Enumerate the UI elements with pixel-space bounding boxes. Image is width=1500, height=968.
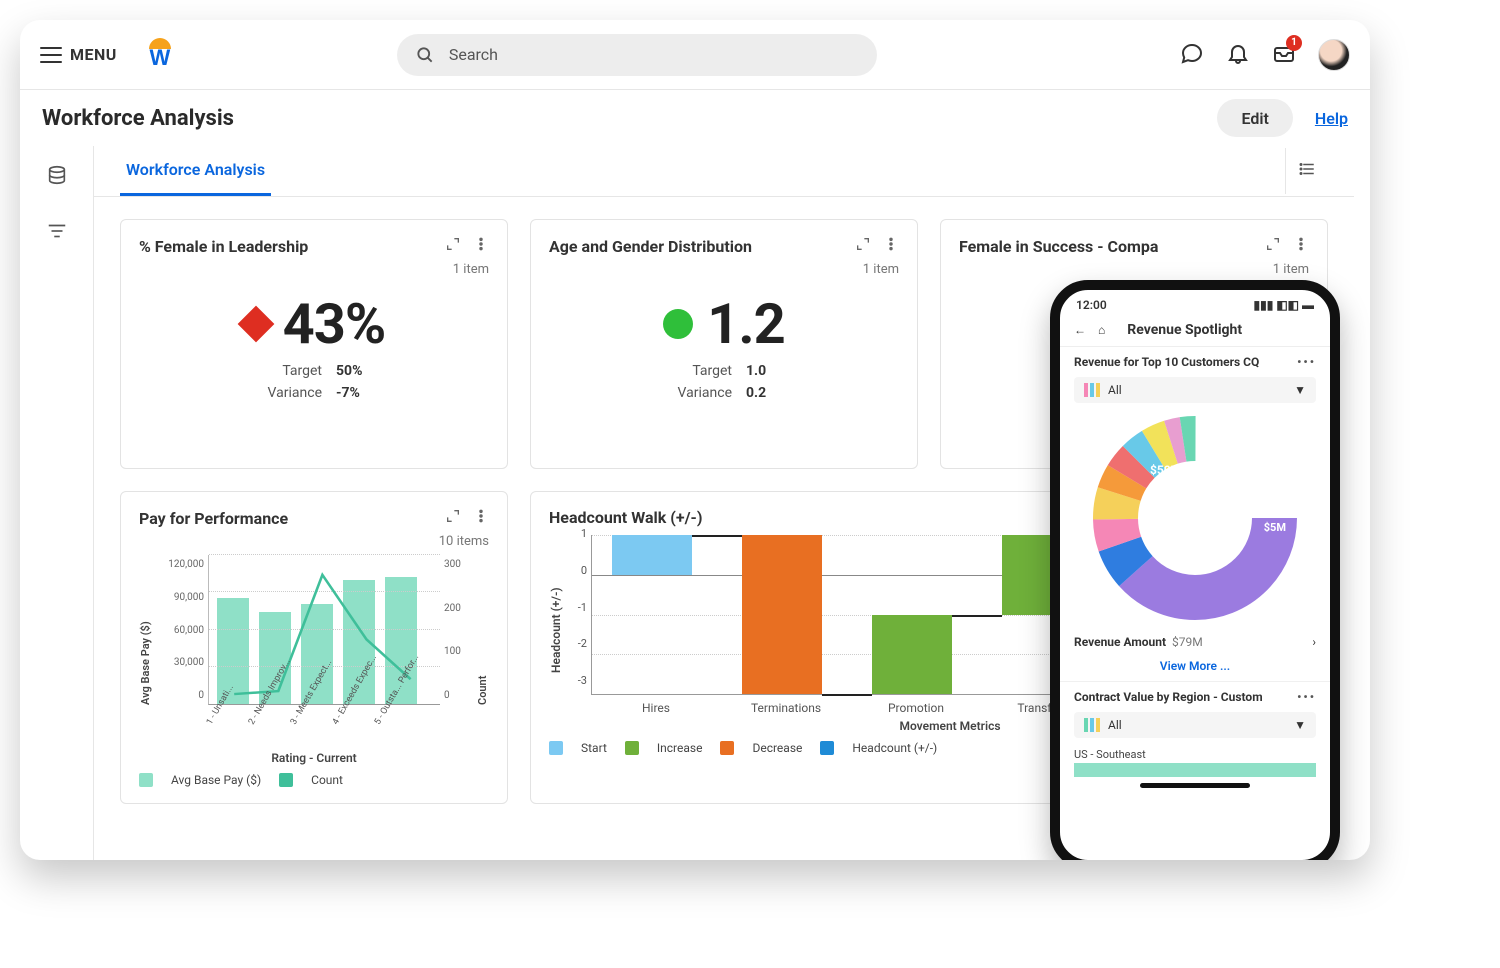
tab-workforce-analysis[interactable]: Workforce Analysis — [120, 146, 271, 196]
region-bars: US - Southeast — [1074, 748, 1316, 777]
card-title: Female in Success - Compa — [959, 237, 1158, 256]
phone-chart2-title: Contract Value by Region - Custom — [1074, 690, 1263, 704]
phone-filter-dropdown-2[interactable]: All ▼ — [1074, 712, 1316, 738]
inbox-icon[interactable]: 1 — [1272, 41, 1296, 69]
expand-icon[interactable] — [1265, 236, 1281, 256]
home-icon[interactable]: ⌂ — [1098, 323, 1105, 337]
item-count: 1 item — [139, 262, 489, 277]
more-icon[interactable] — [883, 236, 899, 256]
app-window: MENU W Search 1 Workforce Analysis Edit … — [20, 20, 1370, 860]
item-count: 10 items — [139, 534, 489, 549]
card-female-leadership: % Female in Leadership 1 item 43% Target… — [120, 219, 508, 469]
phone-section-top: Revenue for Top 10 Customers CQ ••• All … — [1060, 347, 1330, 682]
chevron-right-icon: › — [1312, 635, 1316, 649]
kpi-value: 43% — [283, 291, 386, 357]
x-axis-title: Rating - Current — [139, 751, 489, 765]
view-more-link[interactable]: View More ... — [1074, 659, 1316, 673]
edit-button[interactable]: Edit — [1217, 99, 1292, 137]
topbar-actions: 1 — [1180, 39, 1350, 71]
phone-chart1-title: Revenue for Top 10 Customers CQ — [1074, 355, 1259, 369]
chevron-down-icon: ▼ — [1294, 718, 1306, 732]
wf-bar-hires — [612, 535, 692, 575]
phone-mock: 12:00 ▮▮▮ ◧◧ ▬ ← ⌂ Revenue Spotlight Rev… — [1050, 280, 1340, 860]
more-icon[interactable] — [473, 508, 489, 528]
phone-status-icons: ▮▮▮ ◧◧ ▬ — [1254, 298, 1314, 312]
wf-bar-promotion — [872, 615, 952, 695]
revenue-amount-row[interactable]: Revenue Amount $79M › — [1074, 627, 1316, 653]
phone-filter-dropdown[interactable]: All ▼ — [1074, 377, 1316, 403]
card-title: Headcount Walk (+/-) — [549, 508, 702, 527]
brand-logo[interactable]: W — [143, 38, 177, 72]
wf-bar-terminations — [742, 535, 822, 694]
phone-nav: ← ⌂ Revenue Spotlight — [1060, 320, 1330, 347]
card-title: % Female in Leadership — [139, 237, 308, 256]
left-rail — [20, 146, 94, 860]
more-icon[interactable] — [473, 236, 489, 256]
menu-button[interactable]: MENU — [40, 45, 117, 64]
more-icon[interactable]: ••• — [1297, 355, 1316, 369]
hamburger-icon — [40, 47, 62, 63]
donut-big-label: $50M — [1150, 463, 1181, 477]
search-icon — [415, 45, 435, 65]
expand-icon[interactable] — [445, 236, 461, 256]
legend: Avg Base Pay ($) Count — [139, 773, 489, 787]
y-axis-label: Headcount (+/-) — [549, 527, 563, 733]
inbox-badge: 1 — [1286, 35, 1302, 51]
card-age-gender: Age and Gender Distribution 1 item 1.2 T… — [530, 219, 918, 469]
status-diamond-icon — [237, 306, 274, 343]
card-pay-performance: Pay for Performance 10 items Avg Base Pa… — [120, 491, 508, 804]
filter-icon[interactable] — [46, 220, 68, 246]
help-link[interactable]: Help — [1315, 109, 1348, 128]
item-count: 1 item — [959, 262, 1309, 277]
search-placeholder: Search — [449, 45, 498, 64]
item-count: 1 item — [549, 262, 899, 277]
y-left-axis-label: Avg Base Pay ($) — [139, 555, 152, 705]
bar-label: US - Southeast — [1074, 748, 1316, 761]
back-icon[interactable]: ← — [1074, 323, 1086, 337]
home-indicator — [1140, 783, 1250, 788]
phone-section-bottom: Contract Value by Region - Custom ••• Al… — [1060, 682, 1330, 796]
chat-icon[interactable] — [1180, 41, 1204, 69]
expand-icon[interactable] — [855, 236, 871, 256]
menu-label: MENU — [70, 45, 117, 64]
data-source-icon[interactable] — [46, 164, 68, 190]
bell-icon[interactable] — [1226, 41, 1250, 69]
donut-chart: $50M $5M — [1090, 413, 1300, 623]
kpi-value: 1.2 — [707, 291, 785, 357]
page-title: Workforce Analysis — [42, 106, 234, 131]
phone-time: 12:00 — [1076, 298, 1107, 312]
more-icon[interactable]: ••• — [1297, 690, 1316, 704]
donut-small-label: $5M — [1264, 521, 1286, 534]
page-header: Workforce Analysis Edit Help — [20, 90, 1370, 146]
avatar[interactable] — [1318, 39, 1350, 71]
chevron-down-icon: ▼ — [1294, 383, 1306, 397]
card-title: Pay for Performance — [139, 509, 288, 528]
y-right-ticks: 3002001000 — [440, 555, 476, 705]
more-icon[interactable] — [1293, 236, 1309, 256]
topbar: MENU W Search 1 — [20, 20, 1370, 90]
y-right-axis-label: Count — [476, 555, 489, 705]
phone-statusbar: 12:00 ▮▮▮ ◧◧ ▬ — [1060, 290, 1330, 320]
search-input[interactable]: Search — [397, 34, 877, 76]
status-circle-icon — [663, 309, 693, 339]
y-left-ticks: 120,00090,00060,00030,0000 — [152, 555, 208, 705]
phone-nav-title: Revenue Spotlight — [1127, 322, 1242, 338]
expand-icon[interactable] — [445, 508, 461, 528]
card-title: Age and Gender Distribution — [549, 237, 752, 256]
view-list-icon[interactable] — [1285, 148, 1328, 194]
tabs-row: Workforce Analysis — [94, 146, 1354, 197]
